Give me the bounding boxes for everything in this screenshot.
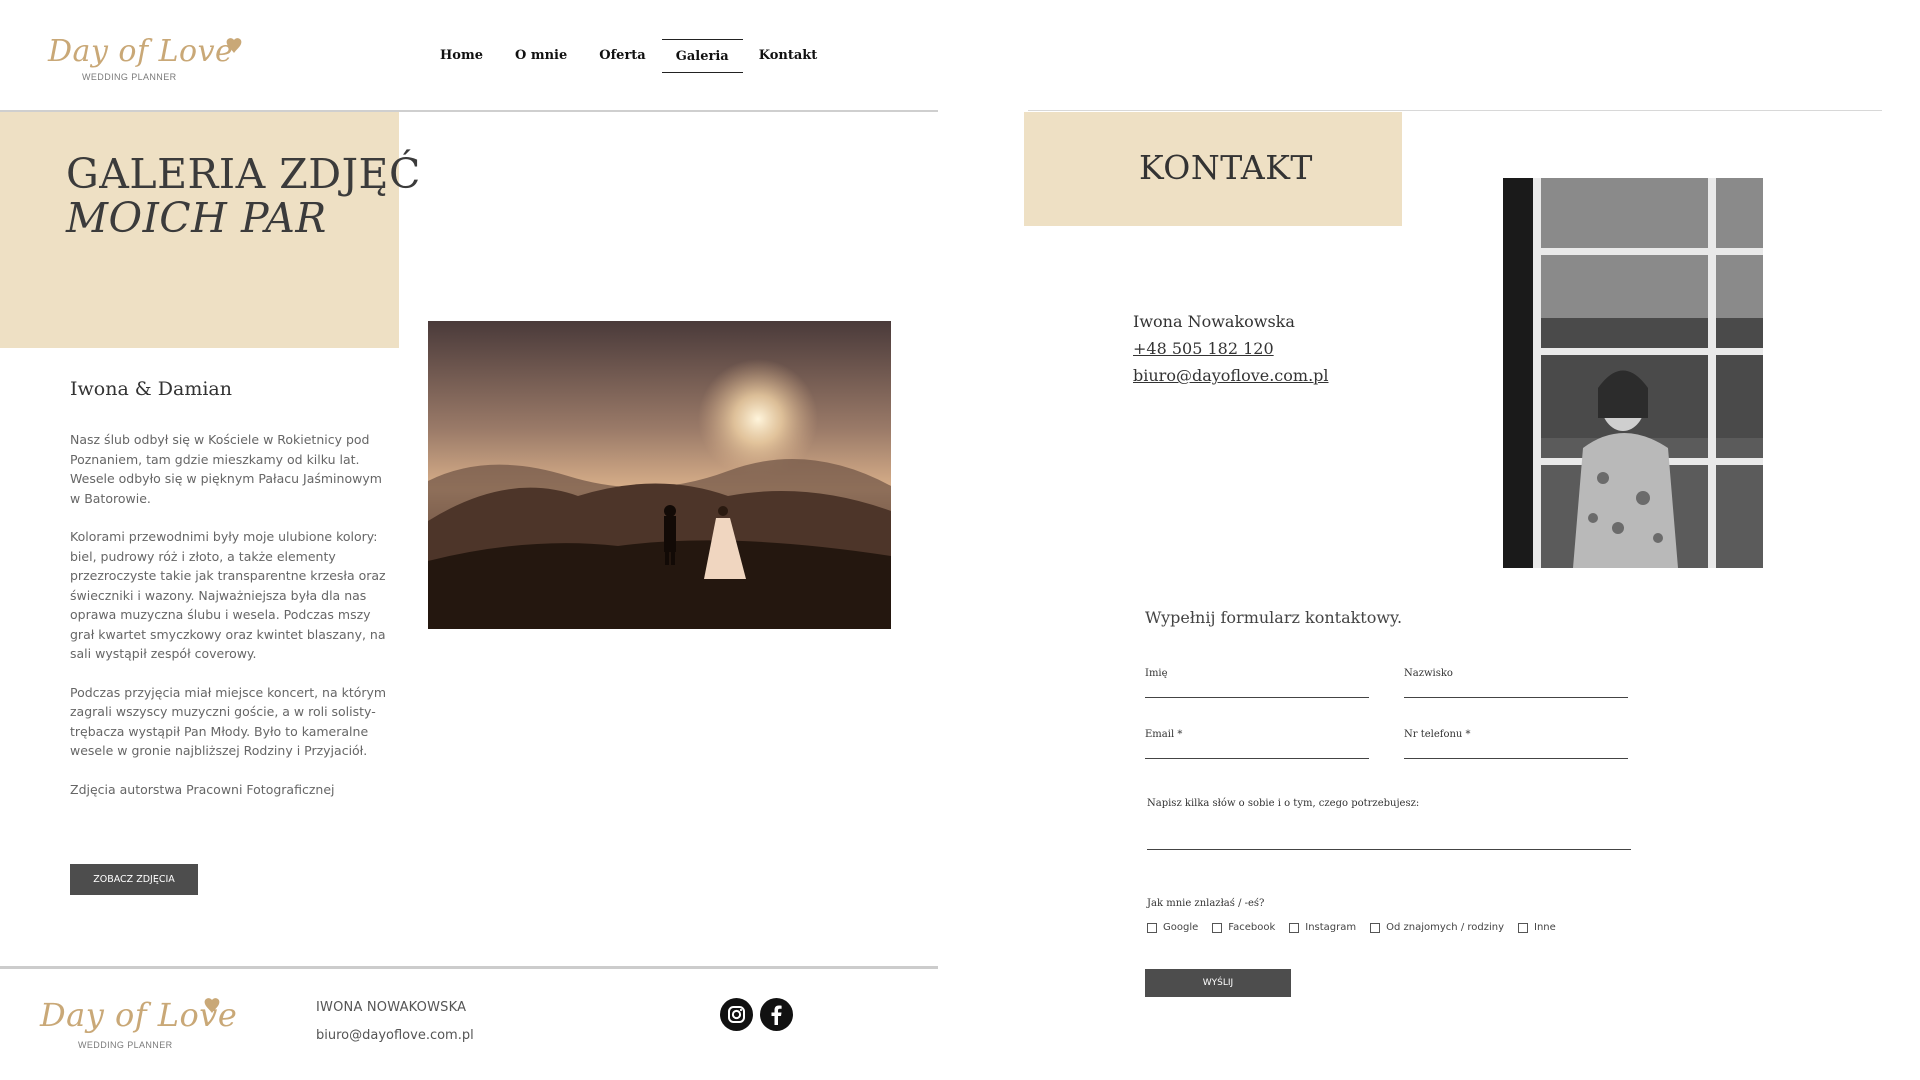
nav-item-o-mnie[interactable]: O mnie [499, 39, 583, 73]
checkbox-friends-family[interactable]: Od znajomych / rodziny [1370, 922, 1504, 933]
page-title-line2: MOICH PAR [66, 194, 327, 242]
checkbox-label: Od znajomych / rodziny [1386, 922, 1505, 933]
story-paragraph: Nasz ślub odbył się w Kościele w Rokietn… [70, 432, 382, 506]
contact-email-link[interactable]: biuro@dayoflove.com.pl [1133, 362, 1329, 389]
photo-credit: Zdjęcia autorstwa Pracowni Fotograficzne… [70, 781, 335, 797]
footer-name: IWONA NOWAKOWSKA [316, 1000, 467, 1015]
checkbox-box[interactable] [1289, 922, 1300, 933]
checkbox-label: Google [1163, 922, 1199, 933]
contact-phone-link[interactable]: +48 505 182 120 [1133, 335, 1329, 362]
contact-title: KONTAKT [1139, 148, 1313, 187]
form-heading: Wypełnij formularz kontaktowy. [1145, 608, 1403, 627]
instagram-icon[interactable] [720, 998, 753, 1031]
checkbox-other[interactable]: Inne [1518, 922, 1556, 933]
message-field[interactable]: Napisz kilka słów o sobie i o tym, czego… [1147, 798, 1631, 850]
last-name-field[interactable]: Nazwisko [1404, 668, 1628, 698]
checkbox-box[interactable] [1147, 922, 1157, 933]
email-label: Email * [1145, 729, 1183, 740]
phone-label: Nr telefonu * [1404, 729, 1471, 740]
couple-photo[interactable] [428, 321, 891, 629]
page-title: GALERIA ZDJĘĆ MOICH PAR [66, 152, 421, 240]
checkbox-label: Inne [1534, 922, 1556, 933]
checkbox-label: Instagram [1305, 922, 1357, 933]
footer-logo[interactable]: Day of Love WEDDING PLANNER [40, 996, 240, 1056]
footer-email-link[interactable]: biuro@dayoflove.com.pl [316, 1028, 474, 1043]
contact-name: Iwona Nowakowska [1133, 312, 1295, 331]
story-paragraph: Podczas przyjęcia miał miejsce koncert, … [70, 684, 387, 759]
logo[interactable]: Day of Love WEDDING PLANNER [48, 34, 248, 94]
footer-logo-subtitle: WEDDING PLANNER [78, 1040, 173, 1050]
last-name-label: Nazwisko [1404, 668, 1453, 679]
header-divider-right [1028, 110, 1882, 111]
nav-item-kontakt[interactable]: Kontakt [743, 39, 834, 73]
first-name-label: Imię [1145, 668, 1168, 679]
story-paragraph: Kolorami przewodnimi były moje ulubione … [70, 529, 386, 661]
bw-portrait-image [1503, 178, 1763, 568]
submit-button[interactable]: WYŚLIJ [1145, 969, 1291, 997]
nav-item-oferta[interactable]: Oferta [583, 39, 661, 73]
phone-field[interactable]: Nr telefonu * [1404, 729, 1628, 759]
how-found-options: Google Facebook Instagram Od znajomych /… [1147, 922, 1570, 933]
checkbox-label: Facebook [1228, 922, 1276, 933]
checkbox-box[interactable] [1370, 922, 1381, 933]
page-title-line1: GALERIA ZDJĘĆ [66, 150, 421, 198]
checkbox-facebook[interactable]: Facebook [1212, 922, 1275, 933]
checkbox-box[interactable] [1212, 922, 1223, 933]
nav-item-home[interactable]: Home [424, 39, 499, 73]
footer-logo-script: Day of Love [40, 996, 238, 1034]
couple-story: Nasz ślub odbył się w Kościele w Rokietn… [70, 430, 388, 818]
sunset-couple-image [428, 321, 891, 629]
see-photos-button[interactable]: ZOBACZ ZDJĘCIA [70, 864, 198, 895]
first-name-field[interactable]: Imię [1145, 668, 1369, 698]
footer-divider [0, 966, 938, 969]
how-found-label: Jak mnie znlazłaś / -eś? [1147, 898, 1265, 909]
main-nav: Home O mnie Oferta Galeria Kontakt [424, 38, 833, 74]
checkbox-box[interactable] [1518, 922, 1529, 933]
portrait-photo[interactable] [1503, 178, 1763, 568]
couple-name: Iwona & Damian [70, 378, 232, 400]
facebook-icon[interactable] [760, 998, 793, 1031]
nav-item-galeria[interactable]: Galeria [661, 39, 743, 73]
logo-subtitle: WEDDING PLANNER [82, 72, 177, 82]
message-label: Napisz kilka słów o sobie i o tym, czego… [1147, 798, 1420, 809]
checkbox-google[interactable]: Google [1147, 922, 1198, 933]
email-field[interactable]: Email * [1145, 729, 1369, 759]
logo-script: Day of Love [48, 34, 234, 69]
contact-info: Iwona Nowakowska +48 505 182 120 biuro@d… [1133, 308, 1329, 389]
checkbox-instagram[interactable]: Instagram [1289, 922, 1356, 933]
